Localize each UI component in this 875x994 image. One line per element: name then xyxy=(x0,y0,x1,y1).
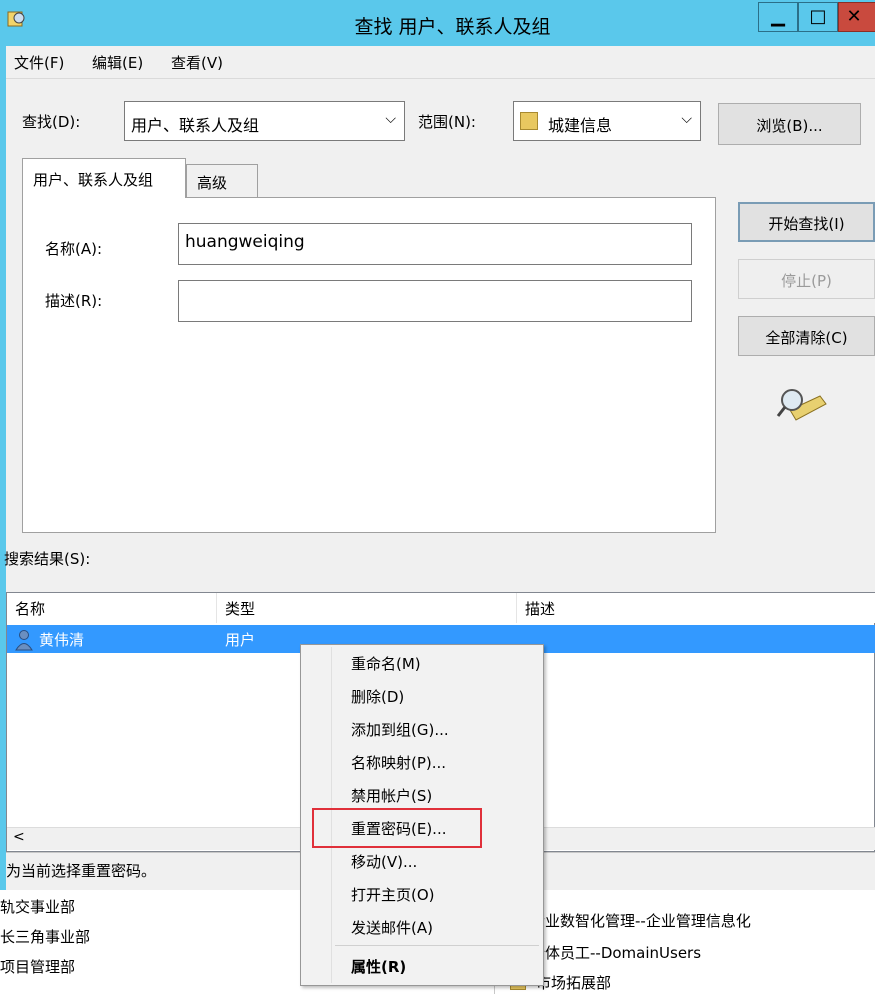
menu-file[interactable]: 文件(F) xyxy=(14,52,64,73)
menu-item-rename[interactable]: 重命名(M) xyxy=(351,653,421,674)
browse-button-label: 浏览(B)... xyxy=(756,117,823,135)
stop-label: 停止(P) xyxy=(781,272,832,290)
scope-value: 城建信息 xyxy=(548,116,613,135)
close-icon: ✕ xyxy=(846,6,862,27)
scroll-left-icon[interactable]: < xyxy=(13,829,25,845)
find-type-value: 用户、联系人及组 xyxy=(131,116,260,135)
stop-button[interactable]: 停止(P) xyxy=(738,259,875,299)
tab-users-contacts-groups[interactable]: 用户、联系人及组 xyxy=(22,158,186,198)
find-now-button[interactable]: 开始查找(I) xyxy=(738,202,875,242)
column-header-description[interactable]: 描述 xyxy=(517,593,875,623)
bg-ou-item: 项目管理部 xyxy=(0,958,76,976)
menu-item-move[interactable]: 移动(V)... xyxy=(351,851,417,872)
clear-all-button[interactable]: 全部清除(C) xyxy=(738,316,875,356)
tab-label: 用户、联系人及组 xyxy=(33,171,154,189)
column-header-type[interactable]: 类型 xyxy=(217,593,517,623)
search-magnifier-icon xyxy=(776,389,827,421)
result-type: 用户 xyxy=(225,631,256,649)
tab-advanced[interactable]: 高级 xyxy=(186,164,258,198)
title-bar[interactable]: 查找 用户、联系人及组 ▁ □ ✕ xyxy=(0,0,875,46)
result-name: 黄伟清 xyxy=(39,631,85,649)
bg-ou-item: 轨交事业部 xyxy=(0,898,76,916)
description-label: 描述(R): xyxy=(45,292,103,310)
menu-edit[interactable]: 编辑(E) xyxy=(92,52,143,73)
menu-item-add-to-group[interactable]: 添加到组(G)... xyxy=(351,719,449,740)
menu-item-disable-account[interactable]: 禁用帐户(S) xyxy=(351,785,432,806)
maximize-button[interactable]: □ xyxy=(798,2,838,32)
minimize-icon: ▁ xyxy=(771,6,785,27)
description-input[interactable] xyxy=(178,280,692,322)
chevron-down-icon: ⌵ xyxy=(385,111,396,127)
find-type-select[interactable]: 用户、联系人及组 ⌵ xyxy=(124,101,405,141)
chevron-down-icon: ⌵ xyxy=(681,111,692,127)
bg-group-item: 企业数智化管理--企业管理信息化 xyxy=(530,912,751,930)
tab-label: 高级 xyxy=(197,174,228,192)
bg-ou-item: 长三角事业部 xyxy=(0,928,91,946)
domain-folder-icon xyxy=(520,112,538,130)
menu-item-open-home-page[interactable]: 打开主页(O) xyxy=(351,884,435,905)
menu-item-send-mail[interactable]: 发送邮件(A) xyxy=(351,917,433,938)
window-title: 查找 用户、联系人及组 xyxy=(354,16,551,38)
menu-separator xyxy=(335,945,539,946)
user-icon xyxy=(15,630,33,651)
find-now-label: 开始查找(I) xyxy=(768,215,845,233)
bg-group-item: 全体员工--DomainUsers xyxy=(530,944,702,962)
results-label: 搜索结果(S): xyxy=(4,550,91,568)
annotation-highlight-box xyxy=(312,808,482,848)
menu-item-properties[interactable]: 属性(R) xyxy=(351,956,406,977)
clear-all-label: 全部清除(C) xyxy=(765,329,848,347)
name-input[interactable]: huangweiqing xyxy=(178,223,692,265)
name-input-value: huangweiqing xyxy=(185,232,305,252)
maximize-icon: □ xyxy=(809,6,827,27)
close-button[interactable]: ✕ xyxy=(838,2,875,32)
status-text: 为当前选择重置密码。 xyxy=(6,862,157,880)
name-label: 名称(A): xyxy=(45,240,103,258)
browse-button[interactable]: 浏览(B)... xyxy=(718,103,861,145)
menu-bar: 文件(F) 编辑(E) 查看(V) xyxy=(6,46,875,79)
column-header-name[interactable]: 名称 xyxy=(7,593,217,623)
find-label: 查找(D): xyxy=(22,113,81,131)
menu-item-delete[interactable]: 删除(D) xyxy=(351,686,404,707)
bg-group-item: 市场拓展部 xyxy=(536,974,612,992)
menu-view[interactable]: 查看(V) xyxy=(171,52,223,73)
scope-label: 范围(N): xyxy=(418,113,476,131)
tab-panel: 名称(A): huangweiqing 描述(R): xyxy=(22,197,716,533)
scope-select[interactable]: 城建信息 ⌵ xyxy=(513,101,701,141)
minimize-button[interactable]: ▁ xyxy=(758,2,798,32)
menu-item-name-mappings[interactable]: 名称映射(P)... xyxy=(351,752,446,773)
